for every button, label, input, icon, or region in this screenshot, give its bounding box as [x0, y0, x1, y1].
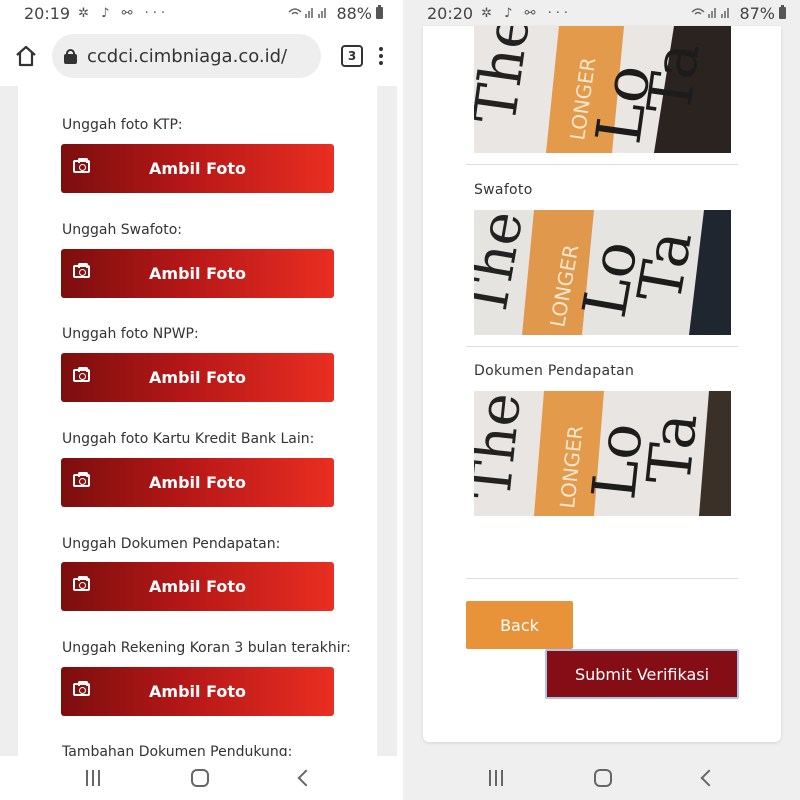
battery-icon	[779, 5, 786, 19]
menu-icon[interactable]	[377, 47, 385, 65]
nav-home-icon[interactable]	[190, 769, 209, 787]
camera-icon	[73, 367, 90, 382]
upload-label: Unggah Dokumen Pendapatan:	[62, 536, 281, 552]
upload-label: Unggah foto KTP:	[62, 117, 183, 133]
left-screen: 20:19 ✲ ♪ ⚯ ··· 88% ccdci.cimbniaga.co.i…	[0, 0, 397, 800]
nav-back-icon[interactable]	[700, 769, 717, 787]
svg-text:Ta: Ta	[634, 410, 711, 488]
uploaded-photo: The LONGER Lo Ta	[474, 26, 731, 153]
address-bar[interactable]: ccdci.cimbniaga.co.id/	[52, 34, 321, 78]
notification-icons: ✲ ♪ ⚯ ···	[78, 5, 169, 21]
uploaded-photo: The LONGER Lo Ta	[474, 210, 731, 335]
take-photo-button[interactable]: Ambil Foto	[61, 144, 334, 193]
submit-verification-button[interactable]: Submit Verifikasi	[545, 649, 739, 699]
url-text: ccdci.cimbniaga.co.id/	[87, 45, 288, 67]
battery-percent: 88%	[336, 3, 372, 23]
take-photo-button[interactable]: Ambil Foto	[61, 353, 334, 402]
form-area: Unggah foto KTP: Ambil Foto Unggah Swafo…	[0, 86, 397, 760]
status-time: 20:20	[427, 3, 474, 23]
tab-switcher-button[interactable]: 3	[341, 45, 363, 67]
take-photo-button[interactable]: Ambil Foto	[61, 458, 334, 507]
take-photo-button[interactable]: Ambil Foto	[61, 667, 334, 716]
divider-line	[466, 346, 738, 347]
section-label: Swafoto	[474, 182, 533, 198]
uploaded-photo: The LONGER Lo Ta	[474, 391, 731, 516]
verification-card: The LONGER Lo Ta Swafoto The LONGER Lo T…	[423, 26, 781, 742]
recent-apps-icon[interactable]	[488, 770, 503, 786]
upload-label: Unggah foto NPWP:	[62, 326, 199, 342]
status-bar: 20:20 ✲ ♪ ⚯ ··· 87%	[403, 0, 800, 26]
camera-icon	[73, 472, 90, 487]
camera-icon	[73, 681, 90, 696]
right-screen: 20:20 ✲ ♪ ⚯ ··· 87% The LONGER Lo Ta Swa…	[403, 0, 800, 800]
signal-icon	[288, 6, 332, 21]
section-label: Dokumen Pendapatan	[474, 363, 635, 379]
back-button[interactable]: Back	[466, 601, 573, 649]
camera-icon	[73, 263, 90, 278]
signal-icon	[691, 6, 735, 21]
android-nav-bar	[403, 756, 800, 800]
battery-icon	[376, 5, 383, 19]
divider-line	[466, 578, 738, 579]
take-photo-button[interactable]: Ambil Foto	[61, 562, 334, 611]
home-icon[interactable]	[12, 42, 40, 70]
browser-toolbar: ccdci.cimbniaga.co.id/ 3	[0, 26, 397, 86]
nav-home-icon[interactable]	[593, 769, 612, 787]
camera-icon	[73, 576, 90, 591]
battery-percent: 87%	[739, 3, 775, 23]
svg-text:Ta: Ta	[635, 38, 714, 118]
notification-icons: ✲ ♪ ⚯ ···	[481, 5, 572, 21]
camera-icon	[73, 158, 90, 173]
status-bar: 20:19 ✲ ♪ ⚯ ··· 88%	[0, 0, 397, 26]
lock-icon	[64, 48, 77, 64]
upload-label: Unggah Rekening Koran 3 bulan terakhir:	[62, 640, 351, 656]
svg-text:Ta: Ta	[625, 225, 706, 307]
upload-label: Unggah Swafoto:	[62, 222, 182, 238]
status-time: 20:19	[24, 3, 71, 23]
android-nav-bar	[0, 756, 397, 800]
upload-form-card: Unggah foto KTP: Ambil Foto Unggah Swafo…	[18, 86, 377, 760]
take-photo-button[interactable]: Ambil Foto	[61, 249, 334, 298]
divider-line	[466, 164, 738, 165]
nav-back-icon[interactable]	[297, 769, 314, 787]
recent-apps-icon[interactable]	[85, 770, 100, 786]
upload-label: Unggah foto Kartu Kredit Bank Lain:	[62, 431, 315, 447]
